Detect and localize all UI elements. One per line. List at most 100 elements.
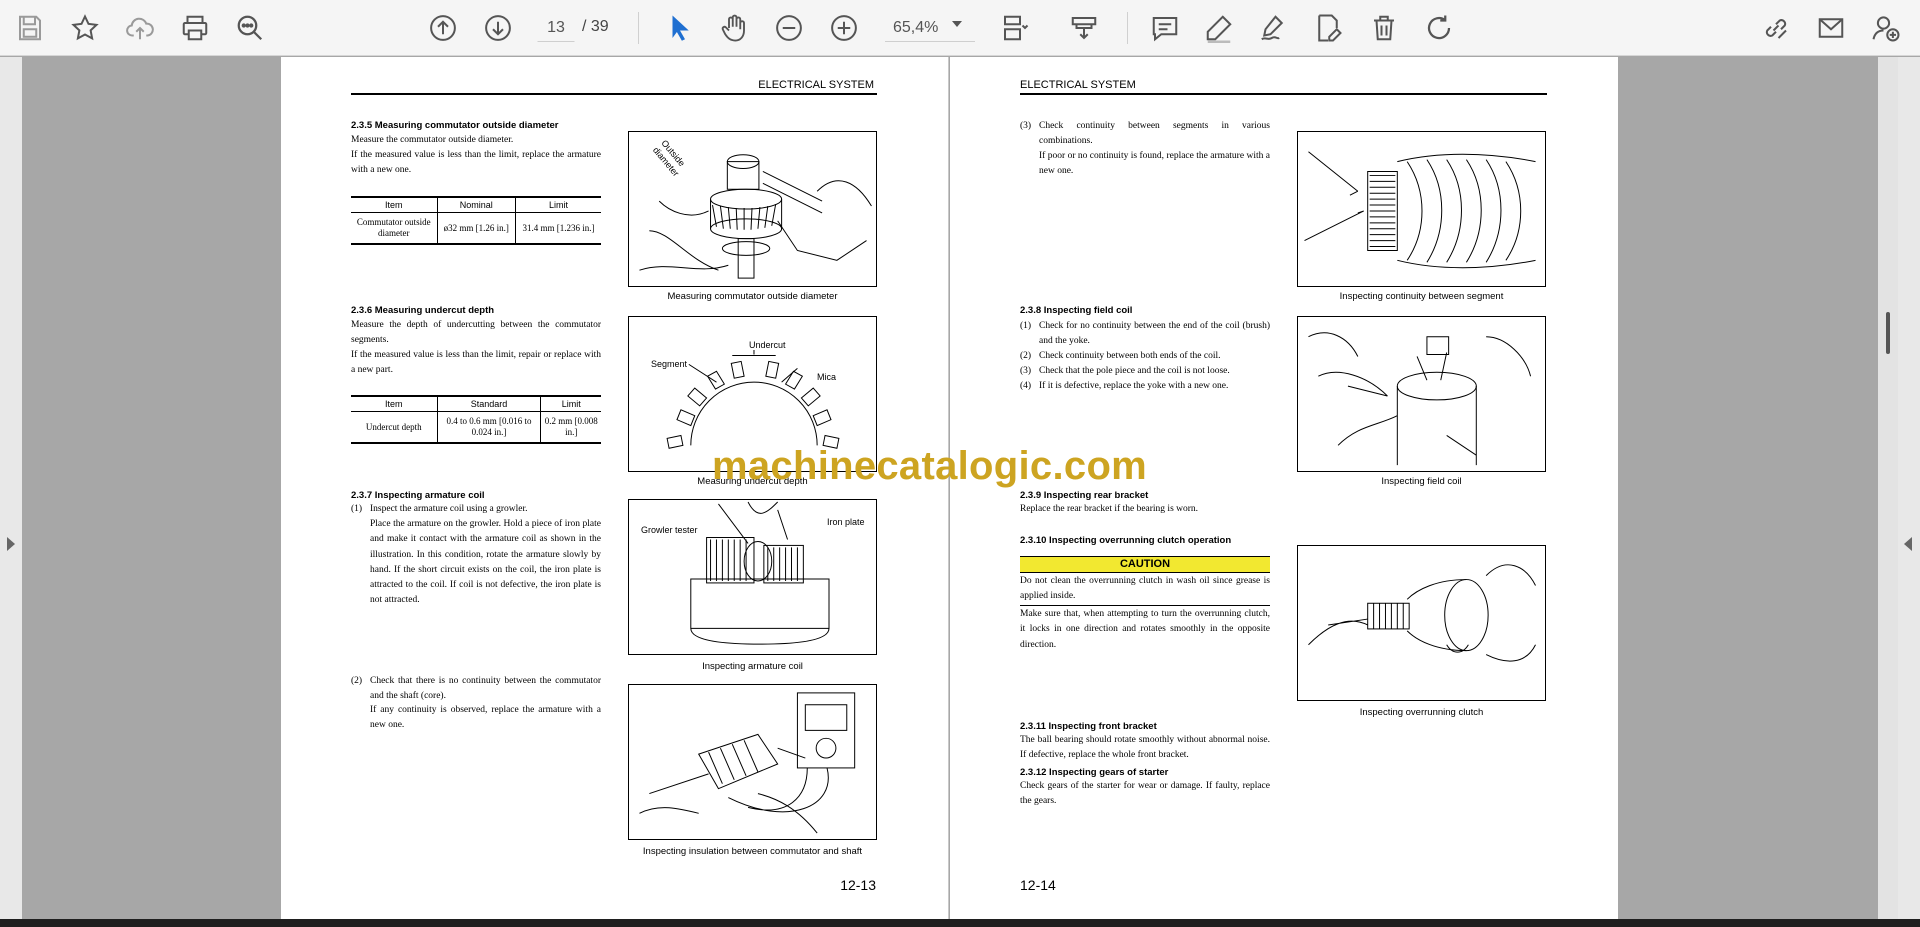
table-cell: Commutator outside diameter <box>351 212 437 245</box>
zoom-in-icon[interactable] <box>824 8 864 48</box>
chevron-down-icon[interactable] <box>952 21 962 27</box>
paragraph: If any continuity is observed, replace t… <box>370 705 601 731</box>
table-cell: 0.4 to 0.6 mm [0.016 to 0.024 in.] <box>436 411 541 444</box>
figure-label: Mica <box>817 372 837 382</box>
table-header: Limit <box>540 395 601 412</box>
toolbar-divider <box>1127 12 1128 44</box>
list-item: Check for no continuity between the end … <box>1039 321 1270 347</box>
header-rule <box>1020 93 1547 95</box>
section-title: 2.3.10 Inspecting overrunning clutch ope… <box>1020 535 1232 546</box>
fit-page-icon[interactable] <box>995 8 1035 48</box>
figure-caption: Measuring commutator outside diameter <box>667 291 838 302</box>
figure-segment-continuity <box>1297 131 1546 287</box>
chevron-left-icon[interactable] <box>1904 537 1912 551</box>
caution-text: Do not clean the overrunning clutch in w… <box>1020 576 1270 602</box>
redo-icon[interactable] <box>1419 8 1459 48</box>
list-number: (1) <box>351 504 363 514</box>
paragraph: Inspect the armature coil using a growle… <box>370 504 528 514</box>
list-number: (1) <box>1020 321 1032 331</box>
section-title: 2.3.5 Measuring commutator outside diame… <box>351 120 559 131</box>
section-title: 2.3.8 Inspecting field coil <box>1020 305 1133 316</box>
bookmark-star-icon[interactable] <box>65 8 105 48</box>
paragraph: If poor or no continuity is found, repla… <box>1039 151 1270 177</box>
spec-table: Item Standard Limit Undercut depth 0.4 t… <box>351 395 601 444</box>
stamp-icon[interactable] <box>1064 8 1104 48</box>
page-header: ELECTRICAL SYSTEM <box>758 79 874 91</box>
paragraph: Check gears of the starter for wear or d… <box>1020 781 1270 807</box>
previous-page-icon[interactable] <box>423 8 463 48</box>
list-number: (4) <box>1020 381 1032 391</box>
figure-overrunning-clutch <box>1297 545 1546 701</box>
spec-table: Item Nominal Limit Commutator outside di… <box>351 196 601 245</box>
figure-commutator-diameter: Outside diameter <box>628 131 877 287</box>
list-item: If it is defective, replace the yoke wit… <box>1039 381 1229 391</box>
hand-tool-icon[interactable] <box>714 8 754 48</box>
figure-growler: Growler tester Iron plate <box>628 499 877 655</box>
vertical-scrollbar[interactable] <box>1878 57 1898 919</box>
section-title: 2.3.9 Inspecting rear bracket <box>1020 490 1149 501</box>
table-header: Item <box>351 395 437 412</box>
page-number-input[interactable] <box>537 14 575 42</box>
page-number: 12-13 <box>840 877 876 893</box>
figure-caption: Inspecting armature coil <box>702 661 803 672</box>
delete-icon[interactable] <box>1364 8 1404 48</box>
zoom-out-icon[interactable] <box>769 8 809 48</box>
paragraph: The ball bearing should rotate smoothly … <box>1020 735 1270 761</box>
figure-caption: Inspecting continuity between segment <box>1339 291 1504 302</box>
section-title: 2.3.11 Inspecting front bracket <box>1020 721 1157 732</box>
figure-caption: Inspecting field coil <box>1381 476 1462 487</box>
table-row: Commutator outside diameter ø32 mm [1.26… <box>351 212 601 245</box>
section-title: 2.3.6 Measuring undercut depth <box>351 305 495 316</box>
figure-label: Iron plate <box>827 517 865 527</box>
highlight-pen-icon[interactable] <box>1199 8 1239 48</box>
paragraph: Place the armature on the growler. Hold … <box>370 519 601 606</box>
table-cell: ø32 mm [1.26 in.] <box>436 212 516 245</box>
paragraph: If the measured value is less than the l… <box>351 150 601 176</box>
zoom-level-input[interactable] <box>885 14 975 42</box>
zoom-search-icon[interactable] <box>230 8 270 48</box>
toolbar: / 39 <box>0 0 1920 56</box>
taskbar-strip <box>0 919 1920 927</box>
paragraph: Replace the rear bracket if the bearing … <box>1020 504 1199 514</box>
caution-label: CAUTION <box>1020 556 1270 573</box>
page-total-label: / 39 <box>582 18 609 35</box>
table-cell: 0.2 mm [0.008 in.] <box>540 411 601 444</box>
list-number: (3) <box>1020 121 1032 131</box>
figure-insulation-test <box>628 684 877 840</box>
figure-label: Segment <box>651 359 688 369</box>
select-cursor-icon[interactable] <box>660 8 700 48</box>
edit-pdf-icon[interactable] <box>1308 8 1348 48</box>
list-item: Check that the pole piece and the coil i… <box>1039 366 1230 376</box>
sign-icon[interactable] <box>1253 8 1293 48</box>
right-panel-toggle[interactable] <box>1898 57 1920 919</box>
paragraph: Check that there is no continuity betwee… <box>370 676 601 702</box>
watermark-text: machinecatalogic.com <box>712 444 1148 488</box>
left-panel-toggle[interactable] <box>0 57 22 919</box>
figure-label: Undercut <box>749 340 786 350</box>
table-header: Limit <box>515 196 601 213</box>
save-icon[interactable] <box>10 8 50 48</box>
print-icon[interactable] <box>175 8 215 48</box>
comment-icon[interactable] <box>1145 8 1185 48</box>
section-title: 2.3.12 Inspecting gears of starter <box>1020 767 1169 778</box>
scrollbar-thumb[interactable] <box>1886 312 1890 354</box>
paragraph: Make sure that, when attempting to turn … <box>1020 609 1270 650</box>
table-row: Undercut depth 0.4 to 0.6 mm [0.016 to 0… <box>351 411 601 444</box>
paragraph: Measure the depth of undercutting betwee… <box>351 320 601 346</box>
paragraph: Check continuity between segments in var… <box>1039 121 1270 147</box>
list-number: (3) <box>1020 366 1032 376</box>
caution-rule <box>1020 605 1270 606</box>
cloud-upload-icon[interactable] <box>120 8 160 48</box>
list-number: (2) <box>1020 351 1032 361</box>
table-cell: Undercut depth <box>351 411 437 444</box>
list-number: (2) <box>351 676 363 686</box>
next-page-icon[interactable] <box>478 8 518 48</box>
table-cell: 31.4 mm [1.236 in.] <box>515 212 601 245</box>
share-link-icon[interactable] <box>1756 8 1796 48</box>
add-user-icon[interactable] <box>1866 8 1906 48</box>
chevron-right-icon[interactable] <box>7 537 15 551</box>
toolbar-divider <box>638 12 639 44</box>
page-header: ELECTRICAL SYSTEM <box>1020 79 1136 91</box>
figure-caption: Inspecting overrunning clutch <box>1359 707 1484 718</box>
email-icon[interactable] <box>1811 8 1851 48</box>
